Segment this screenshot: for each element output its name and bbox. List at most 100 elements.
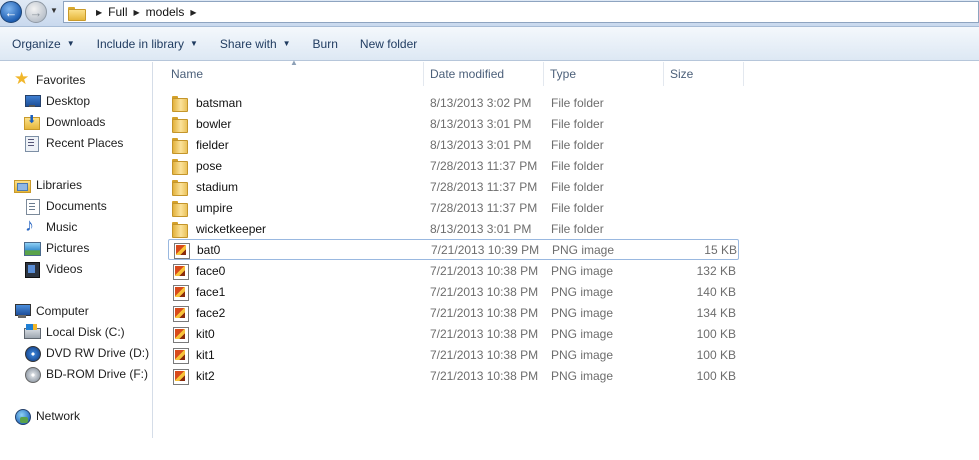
nav-music[interactable]: Music xyxy=(24,215,78,237)
nav-videos[interactable]: Videos xyxy=(24,259,82,279)
table-row[interactable]: face0 7/21/2013 10:38 PM PNG image 132 K… xyxy=(168,260,739,281)
column-header-name[interactable]: Name ▲ xyxy=(160,58,424,86)
file-name: face1 xyxy=(196,284,226,299)
organize-label: Organize xyxy=(12,36,61,51)
nav-downloads[interactable]: Downloads xyxy=(24,112,105,132)
file-size: 100 KB xyxy=(696,347,736,362)
back-button[interactable]: ← xyxy=(0,1,22,23)
history-dropdown-button[interactable]: ▼ xyxy=(50,6,60,18)
nav-bd-drive[interactable]: BD-ROM Drive (F:) C xyxy=(24,364,152,384)
file-size: 134 KB xyxy=(696,305,736,320)
column-header-size[interactable]: Size xyxy=(664,62,744,86)
file-size: 140 KB xyxy=(696,284,736,299)
table-row[interactable]: kit1 7/21/2013 10:38 PM PNG image 100 KB xyxy=(168,344,739,365)
file-name-cell: face1 xyxy=(172,284,422,301)
file-name-cell: kit2 xyxy=(172,368,422,385)
include-in-library-button[interactable]: Include in library ▼ xyxy=(91,33,204,55)
table-row[interactable]: face1 7/21/2013 10:38 PM PNG image 140 K… xyxy=(168,281,739,302)
chevron-right-icon[interactable]: ▶ xyxy=(190,8,196,17)
nav-recent-places[interactable]: Recent Places xyxy=(24,133,123,153)
caret-down-icon: ▼ xyxy=(190,39,198,48)
burn-button[interactable]: Burn xyxy=(307,33,344,55)
file-type: PNG image xyxy=(551,284,614,299)
share-with-button[interactable]: Share with ▼ xyxy=(214,33,297,55)
column-header-type[interactable]: Type xyxy=(544,62,664,86)
file-type: File folder xyxy=(551,137,604,152)
column-label: Size xyxy=(670,67,694,81)
nav-label: Network xyxy=(36,409,81,423)
folder-icon xyxy=(172,221,188,238)
command-bar: Organize ▼ Include in library ▼ Share wi… xyxy=(0,27,979,61)
file-type: File folder xyxy=(551,95,604,110)
nav-desktop[interactable]: Desktop xyxy=(24,91,90,111)
column-header-date[interactable]: Date modified xyxy=(424,62,544,86)
file-name: kit0 xyxy=(196,326,215,341)
nav-label: Documents xyxy=(46,199,107,213)
arrow-right-icon: → xyxy=(29,4,43,20)
share-with-label: Share with xyxy=(219,36,277,51)
file-type: File folder xyxy=(551,200,604,215)
nav-local-disk[interactable]: Local Disk (C:) xyxy=(24,322,125,342)
nav-network[interactable]: Network xyxy=(14,406,80,426)
nav-label: Favorites xyxy=(36,73,86,87)
table-row[interactable]: fielder 8/13/2013 3:01 PM File folder xyxy=(168,134,739,155)
file-name: wicketkeeper xyxy=(196,221,267,236)
nav-label: Music xyxy=(46,220,78,234)
table-row[interactable]: wicketkeeper 8/13/2013 3:01 PM File fold… xyxy=(168,218,739,239)
table-row[interactable]: bowler 8/13/2013 3:01 PM File folder xyxy=(168,113,739,134)
folder-icon xyxy=(68,6,86,21)
pictures-icon xyxy=(24,240,41,256)
chevron-right-icon[interactable]: ▶ xyxy=(134,8,140,17)
nav-favorites[interactable]: Favorites xyxy=(14,69,86,90)
file-name-cell: kit1 xyxy=(172,347,422,364)
new-folder-button[interactable]: New folder xyxy=(354,33,423,55)
png-image-icon xyxy=(172,326,189,343)
file-name: umpire xyxy=(196,200,233,215)
videos-icon xyxy=(24,261,40,278)
star-icon xyxy=(14,69,30,89)
png-image-icon xyxy=(172,347,189,364)
file-size: 100 KB xyxy=(696,326,736,341)
breadcrumb-full[interactable]: Full xyxy=(108,5,127,19)
caret-down-icon: ▼ xyxy=(282,39,291,48)
navigation-pane: Favorites Desktop Downloads Recent Place… xyxy=(0,62,153,438)
file-date: 8/13/2013 3:02 PM xyxy=(430,95,532,110)
nav-dvd-drive[interactable]: DVD RW Drive (D:) R xyxy=(24,343,152,363)
table-row[interactable]: pose 7/28/2013 11:37 PM File folder xyxy=(168,155,739,176)
file-name: pose xyxy=(196,158,223,173)
organize-button[interactable]: Organize ▼ xyxy=(6,33,81,55)
file-date: 7/21/2013 10:38 PM xyxy=(430,347,539,362)
png-image-icon xyxy=(173,242,190,259)
file-name-cell: umpire xyxy=(172,200,422,217)
arrow-left-icon: ← xyxy=(4,4,18,20)
table-row[interactable]: kit2 7/21/2013 10:38 PM PNG image 100 KB xyxy=(168,365,739,386)
nav-computer[interactable]: Computer xyxy=(14,301,89,321)
file-name: bat0 xyxy=(197,242,221,257)
nav-libraries[interactable]: Libraries xyxy=(14,175,82,195)
address-breadcrumb[interactable]: ▶ Full ▶ models ▶ xyxy=(63,1,979,23)
nav-pictures[interactable]: Pictures xyxy=(24,238,89,258)
file-date: 7/28/2013 11:37 PM xyxy=(430,179,538,194)
png-image-icon xyxy=(172,368,189,385)
breadcrumb-models[interactable]: models xyxy=(146,5,185,19)
table-row[interactable]: face2 7/21/2013 10:38 PM PNG image 134 K… xyxy=(168,302,739,323)
chevron-right-icon[interactable]: ▶ xyxy=(96,8,102,17)
file-date: 7/21/2013 10:38 PM xyxy=(430,305,539,320)
file-date: 8/13/2013 3:01 PM xyxy=(430,137,532,152)
table-row-focused[interactable]: bat0 7/21/2013 10:39 PM PNG image 15 KB xyxy=(168,239,739,260)
file-date: 7/21/2013 10:39 PM xyxy=(431,242,540,257)
table-row[interactable]: stadium 7/28/2013 11:37 PM File folder xyxy=(168,176,739,197)
file-name-cell: batsman xyxy=(172,95,422,112)
file-name-cell: pose xyxy=(172,158,422,175)
table-row[interactable]: batsman 8/13/2013 3:02 PM File folder xyxy=(168,92,739,113)
file-name-cell: stadium xyxy=(172,179,422,196)
dvd-drive-icon xyxy=(24,345,41,362)
file-name-cell: face0 xyxy=(172,263,422,280)
table-row[interactable]: kit0 7/21/2013 10:38 PM PNG image 100 KB xyxy=(168,323,739,344)
file-name-cell: face2 xyxy=(172,305,422,322)
nav-label: Recent Places xyxy=(46,136,124,150)
nav-documents[interactable]: Documents xyxy=(24,196,107,216)
forward-button[interactable]: → xyxy=(25,1,47,23)
column-label: Name xyxy=(171,67,204,81)
table-row[interactable]: umpire 7/28/2013 11:37 PM File folder xyxy=(168,197,739,218)
